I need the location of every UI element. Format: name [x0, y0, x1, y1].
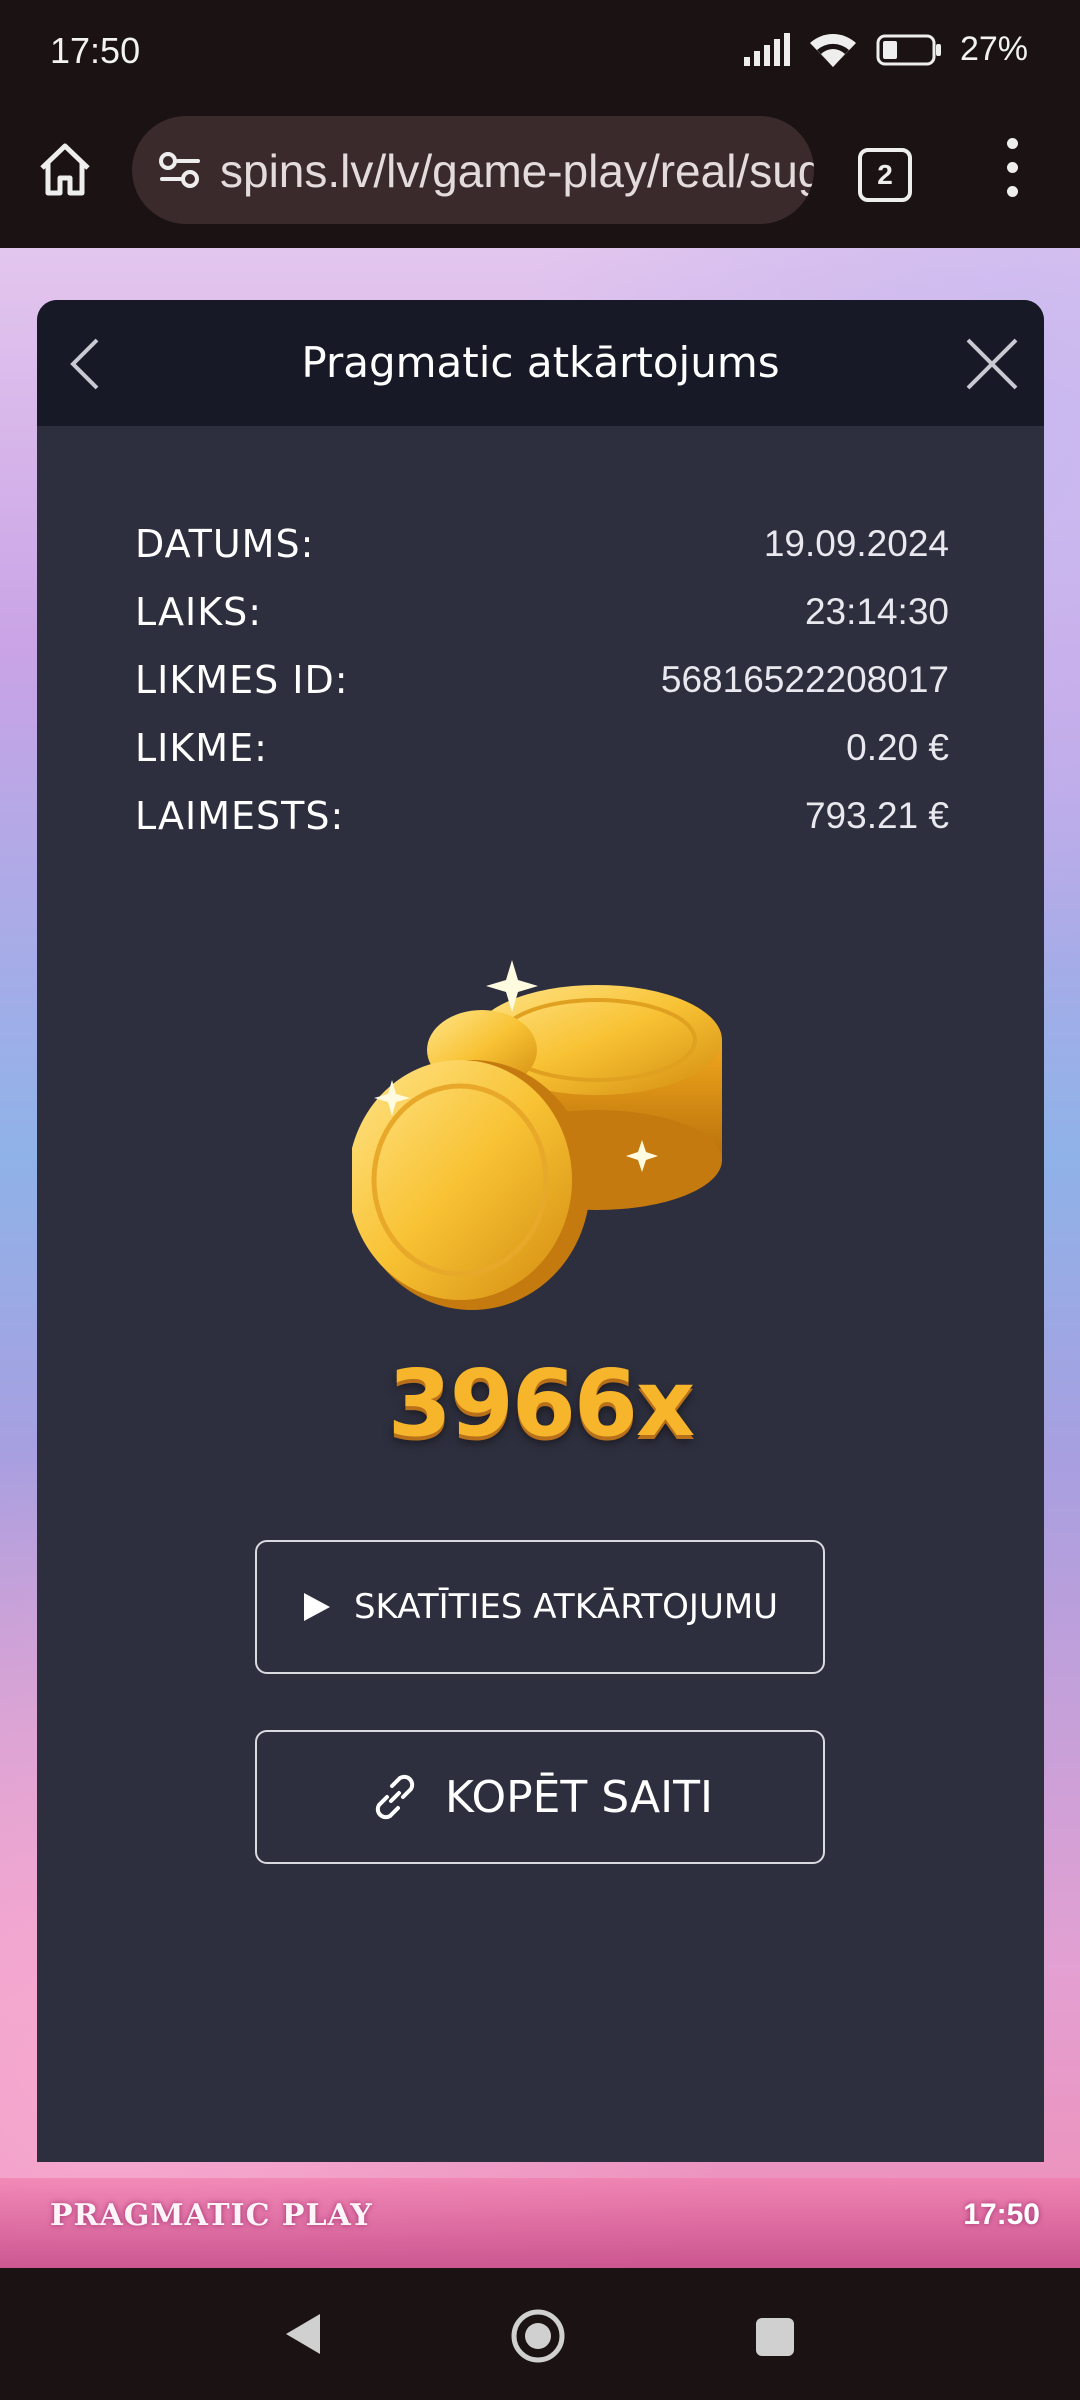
nav-recents-icon[interactable] [756, 2318, 794, 2356]
info-row-win: LAIMESTS: 793.21 € [135, 782, 949, 850]
info-label: LAIMESTS: [135, 794, 345, 838]
tabs-button[interactable]: 2 [858, 148, 912, 202]
browser-toolbar: spins.lv/lv/game-play/real/sug 2 [0, 108, 1080, 248]
info-value: 19.09.2024 [763, 523, 949, 564]
link-icon [375, 1774, 415, 1820]
signal-icon [743, 32, 790, 66]
game-clock: 17:50 [963, 2198, 1040, 2231]
overflow-menu-icon[interactable] [1000, 138, 1024, 208]
back-chevron-icon[interactable] [61, 336, 111, 392]
status-bar: 17:50 27% [0, 0, 1080, 108]
watch-replay-label: SKATĪTIES ATKĀRTOJUMU [353, 1587, 779, 1627]
info-row-bet-id: LIKMES ID: 56816522208017 [135, 646, 949, 714]
replay-modal: Pragmatic atkārtojums DATUMS: 19.09.2024… [37, 300, 1044, 2162]
battery-icon [876, 34, 941, 65]
info-row-time: LAIKS: 23:14:30 [135, 578, 949, 646]
info-value: 0.20 € [846, 727, 949, 768]
gold-coins-icon [352, 960, 722, 1310]
copy-link-label: KOPĒT SAITI [445, 1771, 713, 1823]
url-text[interactable]: spins.lv/lv/game-play/real/sug [220, 144, 814, 198]
status-time: 17:50 [50, 30, 141, 71]
info-value: 23:14:30 [804, 591, 949, 632]
address-bar[interactable]: spins.lv/lv/game-play/real/sug [132, 116, 814, 224]
info-label: DATUMS: [135, 522, 315, 566]
win-multiplier: 3966x [387, 1350, 695, 1457]
nav-home-icon[interactable] [510, 2308, 566, 2364]
copy-link-button[interactable]: KOPĒT SAITI [255, 1730, 825, 1864]
provider-logo: PRAGMATIC PLAY [50, 2198, 373, 2233]
close-icon[interactable] [964, 336, 1020, 392]
wifi-icon [809, 33, 856, 67]
status-icons: 27% [742, 30, 1028, 69]
battery-percent: 27% [959, 30, 1028, 68]
play-icon [303, 1593, 330, 1621]
home-icon[interactable] [34, 138, 96, 200]
system-nav-bar [0, 2268, 1080, 2400]
info-row-bet: LIKME: 0.20 € [135, 714, 949, 782]
info-row-date: DATUMS: 19.09.2024 [135, 510, 949, 578]
info-label: LIKMES ID: [135, 658, 349, 702]
info-label: LAIKS: [135, 590, 263, 634]
modal-title: Pragmatic atkārtojums [301, 338, 780, 387]
info-value: 56816522208017 [660, 659, 949, 700]
info-value: 793.21 € [804, 795, 949, 836]
watch-replay-button[interactable]: SKATĪTIES ATKĀRTOJUMU [255, 1540, 825, 1674]
modal-header: Pragmatic atkārtojums [37, 300, 1044, 426]
bet-info: DATUMS: 19.09.2024 LAIKS: 23:14:30 LIKME… [135, 510, 949, 850]
nav-back-icon[interactable] [280, 2310, 324, 2358]
site-settings-icon[interactable] [156, 146, 204, 194]
info-label: LIKME: [135, 726, 268, 770]
